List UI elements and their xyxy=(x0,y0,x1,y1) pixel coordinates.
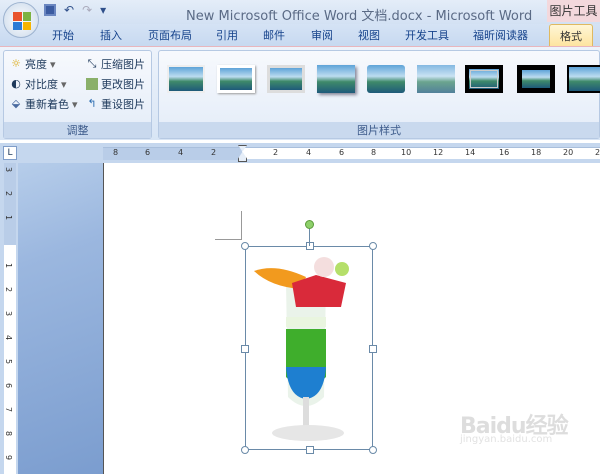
contrast-icon: ◐ xyxy=(11,77,21,90)
change-picture-icon xyxy=(86,78,98,90)
reset-picture-button[interactable]: ↰ 重设图片 xyxy=(86,96,145,112)
ribbon: ☼ 亮度 ▾ ◐ 对比度 ▾ ⬙ 重新着色 ▾ ⤡ 压缩图片 更改图片 ↰ 重设图片 调整 图片… xyxy=(0,46,600,140)
horizontal-ruler[interactable]: 8 6 4 2 2 4 6 8 10 12 14 16 18 20 2 xyxy=(103,147,600,160)
tab-format[interactable]: 格式 xyxy=(549,24,593,46)
picture-style-thumbnail[interactable] xyxy=(567,65,600,93)
picture-style-thumbnail[interactable] xyxy=(267,65,305,93)
vertical-ruler[interactable]: 3 2 1 1 2 3 4 5 6 7 8 9 xyxy=(0,163,18,474)
rotate-handle[interactable] xyxy=(305,220,314,229)
picture-style-thumbnail[interactable] xyxy=(167,65,205,93)
adjust-group: ☼ 亮度 ▾ ◐ 对比度 ▾ ⬙ 重新着色 ▾ ⤡ 压缩图片 更改图片 ↰ 重设图片 调整 xyxy=(3,50,152,139)
tab-developer[interactable]: 开发工具 xyxy=(405,27,449,43)
picture-style-thumbnail[interactable] xyxy=(317,65,355,93)
tab-home[interactable]: 开始 xyxy=(52,27,74,43)
brightness-icon: ☼ xyxy=(11,57,21,70)
picture-style-thumbnail[interactable] xyxy=(417,65,455,93)
picture-style-thumbnail[interactable] xyxy=(517,65,555,93)
rotation-line xyxy=(309,229,310,246)
tab-mailings[interactable]: 邮件 xyxy=(263,27,285,43)
picture-style-thumbnail[interactable] xyxy=(367,65,405,93)
picture-tools-label: 图片工具 xyxy=(547,0,600,22)
document-background xyxy=(18,163,103,474)
customize-qat-icon[interactable]: ▾ xyxy=(100,3,106,17)
adjust-group-label: 调整 xyxy=(4,122,151,138)
reset-picture-icon: ↰ xyxy=(87,97,97,110)
resize-handle[interactable] xyxy=(241,345,249,353)
change-picture-button[interactable]: 更改图片 xyxy=(86,76,145,92)
ribbon-tabs: 开始 插入 页面布局 引用 邮件 审阅 视图 开发工具 福昕阅读器 格式 xyxy=(0,24,600,46)
resize-handle[interactable] xyxy=(241,242,249,250)
picture-styles-group: 图片样式 xyxy=(158,50,600,139)
tab-foxit-reader[interactable]: 福昕阅读器 xyxy=(473,27,528,43)
compress-pictures-button[interactable]: ⤡ 压缩图片 xyxy=(86,56,145,72)
recolor-icon: ⬙ xyxy=(11,97,21,110)
chevron-down-icon: ▾ xyxy=(72,97,78,111)
resize-handle[interactable] xyxy=(306,242,314,250)
quick-access-toolbar: ↶ ↷ ▾ xyxy=(44,3,106,17)
resize-handle[interactable] xyxy=(369,345,377,353)
resize-handle[interactable] xyxy=(306,446,314,454)
picture-style-thumbnail[interactable] xyxy=(217,65,255,93)
save-icon[interactable] xyxy=(44,4,56,16)
resize-handle[interactable] xyxy=(369,446,377,454)
chevron-down-icon: ▾ xyxy=(50,57,56,71)
picture-selection-frame[interactable] xyxy=(241,242,377,454)
tab-selector[interactable]: L xyxy=(3,146,17,160)
resize-handle[interactable] xyxy=(241,446,249,454)
redo-icon[interactable]: ↷ xyxy=(82,3,92,17)
resize-handle[interactable] xyxy=(369,242,377,250)
tab-view[interactable]: 视图 xyxy=(358,27,380,43)
compress-icon: ⤡ xyxy=(87,57,97,70)
brightness-button[interactable]: ☼ 亮度 ▾ xyxy=(10,56,56,72)
tab-references[interactable]: 引用 xyxy=(216,27,238,43)
office-logo-icon xyxy=(13,12,31,30)
chevron-down-icon: ▾ xyxy=(61,77,67,91)
window-title: New Microsoft Office Word 文档.docx - Micr… xyxy=(186,9,533,24)
tab-review[interactable]: 审阅 xyxy=(311,27,333,43)
tab-page-layout[interactable]: 页面布局 xyxy=(148,27,192,43)
margin-corner-mark xyxy=(215,211,242,240)
undo-icon[interactable]: ↶ xyxy=(64,3,74,17)
picture-styles-group-label: 图片样式 xyxy=(159,122,599,138)
contrast-button[interactable]: ◐ 对比度 ▾ xyxy=(10,76,67,92)
recolor-button[interactable]: ⬙ 重新着色 ▾ xyxy=(10,96,78,112)
tab-insert[interactable]: 插入 xyxy=(100,27,122,43)
watermark-url: jingyan.baidu.com xyxy=(460,434,553,445)
office-button[interactable] xyxy=(3,2,39,38)
picture-style-thumbnail[interactable] xyxy=(465,65,503,93)
